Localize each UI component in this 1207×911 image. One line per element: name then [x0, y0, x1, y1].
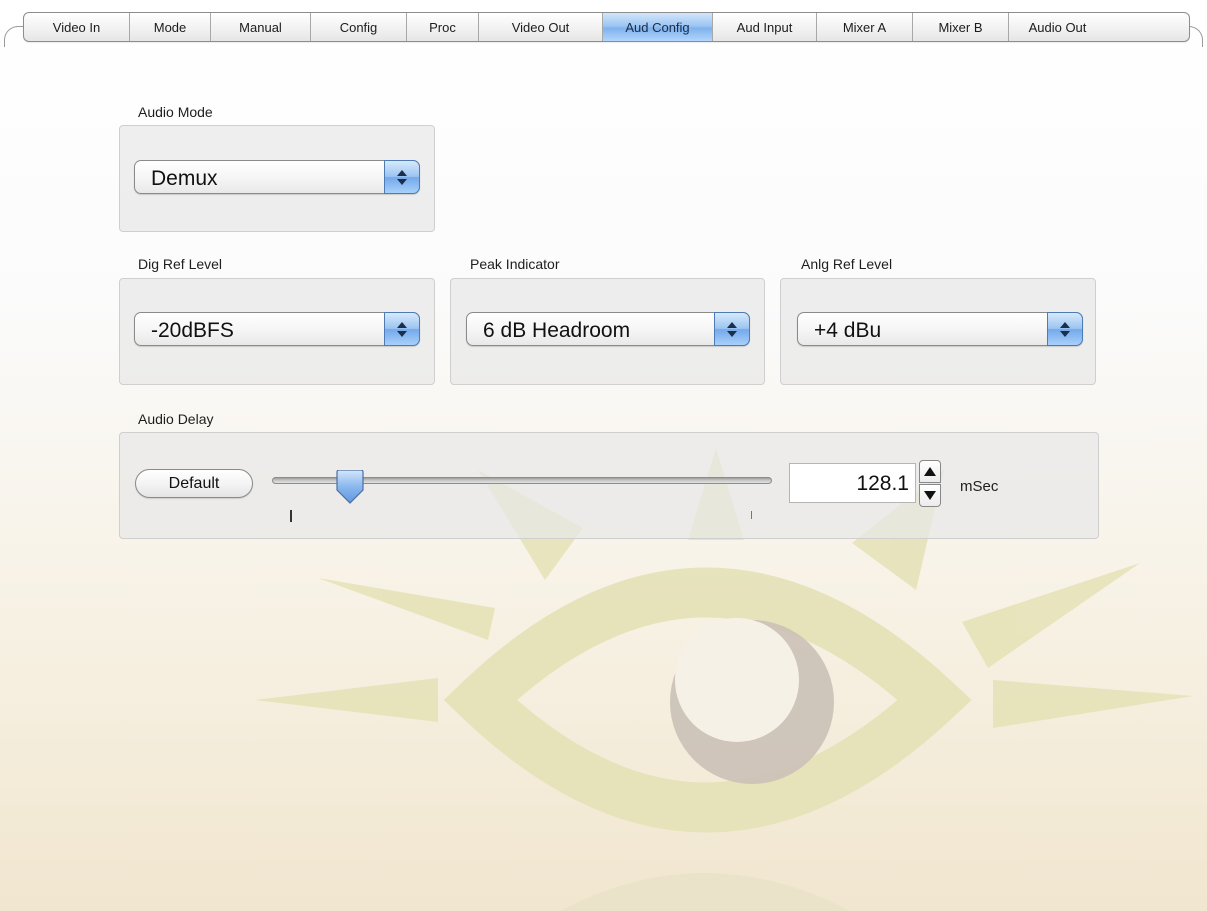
- anlg-ref-level-value: +4 dBu: [814, 319, 882, 342]
- tab-mixer-a[interactable]: Mixer A: [817, 13, 913, 41]
- tab-audio-out[interactable]: Audio Out: [1009, 13, 1106, 41]
- audio-mode-select[interactable]: Demux: [134, 160, 420, 194]
- audio-delay-group: [119, 432, 1099, 539]
- tab-mixer-b[interactable]: Mixer B: [913, 13, 1009, 41]
- audio-delay-stepper[interactable]: [919, 460, 941, 508]
- dig-ref-level-label: Dig Ref Level: [138, 256, 223, 272]
- updown-chevron-icon: [714, 312, 750, 346]
- default-button[interactable]: Default: [135, 469, 253, 498]
- dig-ref-level-value: -20dBFS: [151, 319, 234, 342]
- tab-aud-input[interactable]: Aud Input: [713, 13, 817, 41]
- tab-bar: Video In Mode Manual Config Proc Video Out Aud…: [23, 12, 1190, 42]
- tab-video-in[interactable]: Video In: [24, 13, 130, 41]
- anlg-ref-level-label: Anlg Ref Level: [801, 256, 893, 272]
- updown-chevron-icon: [1047, 312, 1083, 346]
- triangle-up-icon[interactable]: [919, 460, 941, 483]
- peak-indicator-select[interactable]: 6 dB Headroom: [466, 312, 750, 346]
- audio-mode-label: Audio Mode: [138, 104, 213, 120]
- audio-delay-slider-thumb[interactable]: [334, 470, 366, 506]
- peak-indicator-label: Peak Indicator: [470, 256, 560, 272]
- audio-delay-label: Audio Delay: [138, 411, 214, 427]
- slider-tick-min: [290, 510, 292, 522]
- dig-ref-level-select[interactable]: -20dBFS: [134, 312, 420, 346]
- tab-aud-config[interactable]: Aud Config: [603, 13, 713, 41]
- anlg-ref-level-select[interactable]: +4 dBu: [797, 312, 1083, 346]
- updown-chevron-icon: [384, 160, 420, 194]
- tab-video-out[interactable]: Video Out: [479, 13, 603, 41]
- triangle-down-icon[interactable]: [919, 484, 941, 507]
- tab-mode[interactable]: Mode: [130, 13, 211, 41]
- audio-delay-unit: mSec: [960, 478, 999, 495]
- audio-mode-value: Demux: [151, 167, 218, 190]
- updown-chevron-icon: [384, 312, 420, 346]
- slider-tick-max: [751, 511, 752, 519]
- tab-manual[interactable]: Manual: [211, 13, 311, 41]
- audio-delay-input[interactable]: 128.1: [789, 463, 916, 503]
- tab-config[interactable]: Config: [311, 13, 407, 41]
- peak-indicator-value: 6 dB Headroom: [483, 319, 631, 342]
- tab-proc[interactable]: Proc: [407, 13, 479, 41]
